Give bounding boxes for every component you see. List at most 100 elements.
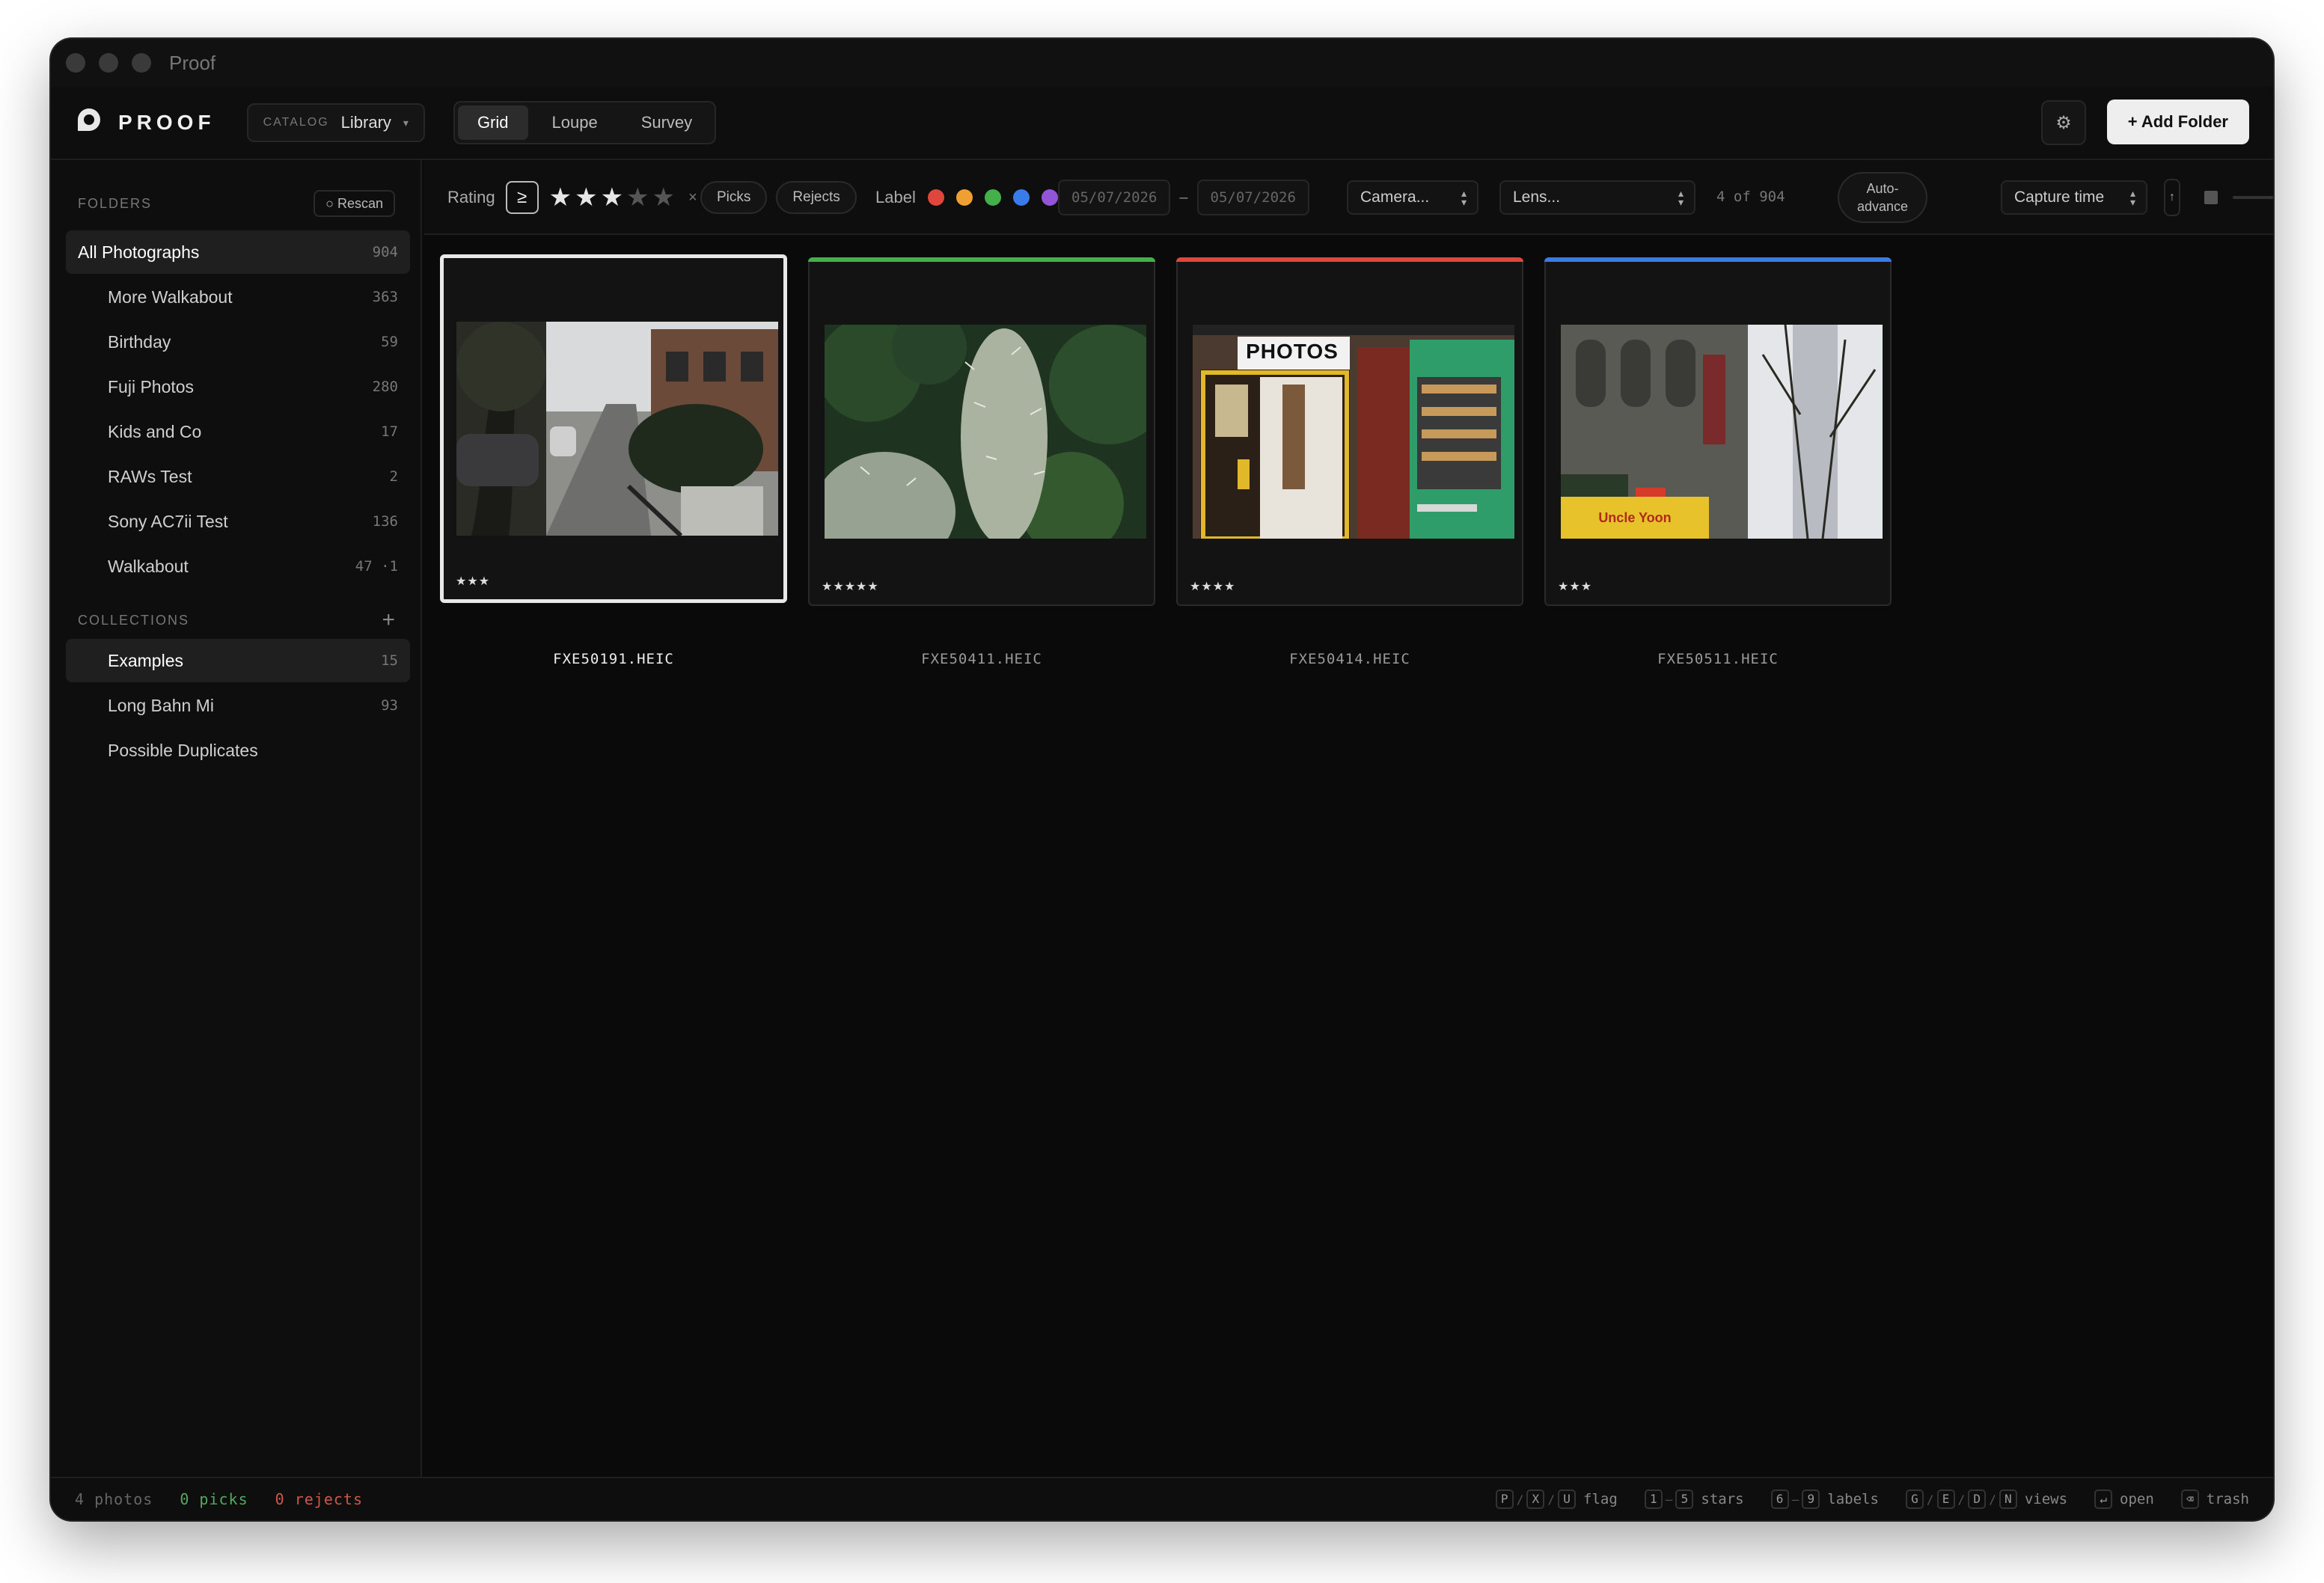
rescan-button[interactable]: ○ Rescan bbox=[314, 190, 395, 217]
minimize-window-button[interactable] bbox=[99, 53, 118, 73]
photo-rating: ★★★★ bbox=[1190, 581, 1236, 593]
sidebar-folder-all-photographs[interactable]: All Photographs 904 bbox=[66, 230, 410, 274]
collection-label: Long Bahn Mi bbox=[108, 695, 214, 715]
auto-advance-container: Auto-advance bbox=[1838, 172, 1927, 223]
key-separator: / bbox=[1547, 1492, 1556, 1507]
add-collection-button[interactable]: + bbox=[382, 607, 395, 633]
hint-label: flag bbox=[1583, 1491, 1618, 1507]
key-cap: 5 bbox=[1675, 1489, 1694, 1509]
photo-rating: ★★★ bbox=[456, 575, 491, 588]
camera-filter: Camera... ▴ ▾ bbox=[1347, 180, 1479, 215]
sidebar-folder-sony-test[interactable]: Sony AC7ii Test 136 bbox=[66, 500, 410, 543]
collection-count: 15 bbox=[381, 652, 398, 669]
street-photo-icon bbox=[456, 322, 778, 536]
label-color-dot[interactable] bbox=[1041, 189, 1058, 206]
key-cap: 6 bbox=[1770, 1489, 1789, 1509]
photo-filename: FXE50511.HEIC bbox=[1657, 651, 1779, 667]
hint-label: stars bbox=[1701, 1491, 1744, 1507]
sidebar-collection-possible-duplicates[interactable]: Possible Duplicates bbox=[66, 729, 410, 772]
sidebar: FOLDERS ○ Rescan All Photographs 904 Mor… bbox=[51, 160, 422, 1477]
folder-label: Sony AC7ii Test bbox=[108, 511, 228, 531]
settings-button[interactable]: ⚙ bbox=[2041, 100, 2086, 145]
keyboard-hint: 6–9 labels bbox=[1770, 1489, 1879, 1509]
sidebar-folder-more-walkabout[interactable]: More Walkabout 363 bbox=[66, 275, 410, 319]
sort-select-value: Capture time bbox=[2014, 189, 2105, 206]
color-label-bar bbox=[808, 257, 1155, 262]
label-color-dot[interactable] bbox=[927, 189, 944, 206]
label-filter: Label bbox=[875, 181, 1058, 214]
hint-label: views bbox=[2024, 1491, 2068, 1507]
star-icon[interactable]: ★ bbox=[549, 185, 572, 210]
sidebar-folder-kids-and-co[interactable]: Kids and Co 17 bbox=[66, 410, 410, 453]
keyboard-hints: P / X / Uflag 1–5 stars 6–9 labels G / E / D / Nviews ↵ o… bbox=[1469, 1489, 2249, 1509]
folder-count: 363 bbox=[372, 289, 398, 305]
thumbnail-size bbox=[2204, 191, 2273, 204]
close-window-button[interactable] bbox=[66, 53, 85, 73]
folders-header: FOLDERS ○ Rescan bbox=[78, 190, 395, 217]
star-icon[interactable]: ★ bbox=[652, 185, 675, 210]
date-to-input[interactable]: 05/07/2026 bbox=[1196, 180, 1309, 215]
folder-label: Kids and Co bbox=[108, 421, 202, 441]
folder-count: 280 bbox=[372, 379, 398, 395]
photo-card[interactable]: ★★★ bbox=[1544, 257, 1892, 606]
key-cap: X bbox=[1526, 1489, 1545, 1509]
key-cap: ⌫ bbox=[2180, 1489, 2199, 1509]
color-label-bar bbox=[1544, 257, 1892, 262]
rating-operator-button[interactable]: ≥ bbox=[505, 181, 539, 214]
clear-rating-button[interactable]: × bbox=[688, 189, 697, 206]
star-icon[interactable]: ★ bbox=[626, 185, 649, 210]
star-icon[interactable]: ★ bbox=[601, 185, 623, 210]
keyboard-hint: 1–5 stars bbox=[1644, 1489, 1744, 1509]
rating-filter: Rating ≥ ★ ★ ★ ★ ★ × bbox=[447, 181, 697, 214]
folders-title: FOLDERS bbox=[78, 195, 153, 211]
collection-label: Examples bbox=[108, 650, 183, 670]
sidebar-folder-birthday[interactable]: Birthday 59 bbox=[66, 320, 410, 364]
sidebar-collection-long-bahn-mi[interactable]: Long Bahn Mi 93 bbox=[66, 684, 410, 727]
label-color-options bbox=[927, 189, 1058, 206]
view-tab-survey[interactable]: Survey bbox=[622, 105, 712, 140]
rejects-filter-button[interactable]: Rejects bbox=[776, 181, 857, 214]
folder-count: 904 bbox=[372, 244, 398, 260]
catalog-selector[interactable]: CATALOG Library ▾ bbox=[246, 103, 425, 142]
sort-direction-button[interactable]: ↑ bbox=[2164, 179, 2180, 216]
key-separator: / bbox=[1957, 1492, 1966, 1507]
camera-select[interactable]: Camera... ▴ ▾ bbox=[1347, 180, 1479, 215]
star-icon[interactable]: ★ bbox=[575, 185, 597, 210]
keyboard-hint: ⌫ trash bbox=[2180, 1489, 2249, 1509]
folder-label: Fuji Photos bbox=[108, 376, 195, 396]
photo-rating: ★★★ bbox=[1558, 581, 1593, 593]
photo-card[interactable]: ★★★★★ bbox=[808, 257, 1155, 606]
key-cap: U bbox=[1558, 1489, 1577, 1509]
color-label-bar bbox=[1176, 257, 1523, 262]
label-color-dot[interactable] bbox=[1012, 189, 1030, 206]
date-from-input[interactable]: 05/07/2026 bbox=[1058, 180, 1171, 215]
label-color-dot[interactable] bbox=[984, 189, 1001, 206]
sidebar-folder-walkabout[interactable]: Walkabout 47 ·1 bbox=[66, 545, 410, 588]
flag-filters: Picks Rejects bbox=[700, 181, 857, 214]
catalog-name: Library bbox=[340, 113, 391, 132]
date-range-dash: – bbox=[1179, 189, 1188, 206]
view-tab-grid[interactable]: Grid bbox=[457, 105, 528, 140]
sidebar-collection-examples[interactable]: Examples 15 bbox=[66, 639, 410, 682]
add-folder-button[interactable]: + Add Folder bbox=[2106, 99, 2249, 144]
rating-stars[interactable]: ★ ★ ★ ★ ★ bbox=[549, 185, 675, 210]
auto-advance-toggle[interactable]: Auto-advance bbox=[1838, 172, 1927, 223]
thumbnail-size-slider[interactable] bbox=[2233, 196, 2273, 199]
photo-sign-text: Uncle Yoon bbox=[1561, 497, 1709, 539]
view-tab-loupe[interactable]: Loupe bbox=[533, 105, 617, 140]
catalog-label: CATALOG bbox=[263, 116, 329, 129]
photo-card[interactable]: ★★★ bbox=[440, 254, 787, 603]
picks-filter-button[interactable]: Picks bbox=[700, 181, 768, 214]
hint-label: open bbox=[2120, 1491, 2154, 1507]
lens-select-value: Lens... bbox=[1513, 189, 1561, 206]
camera-select-value: Camera... bbox=[1360, 189, 1430, 206]
sidebar-folder-fuji-photos[interactable]: Fuji Photos 280 bbox=[66, 365, 410, 408]
photo-card[interactable]: ★★★★ bbox=[1176, 257, 1523, 606]
sort-select[interactable]: Capture time ▴ ▾ bbox=[2001, 180, 2147, 215]
label-color-dot[interactable] bbox=[955, 189, 973, 206]
sort-direction: ↑ bbox=[2164, 179, 2180, 216]
rejects-count: 0 rejects bbox=[275, 1490, 363, 1508]
sidebar-folder-raws-test[interactable]: RAWs Test 2 bbox=[66, 455, 410, 498]
zoom-window-button[interactable] bbox=[132, 53, 151, 73]
lens-select[interactable]: Lens... ▴ ▾ bbox=[1499, 180, 1695, 215]
